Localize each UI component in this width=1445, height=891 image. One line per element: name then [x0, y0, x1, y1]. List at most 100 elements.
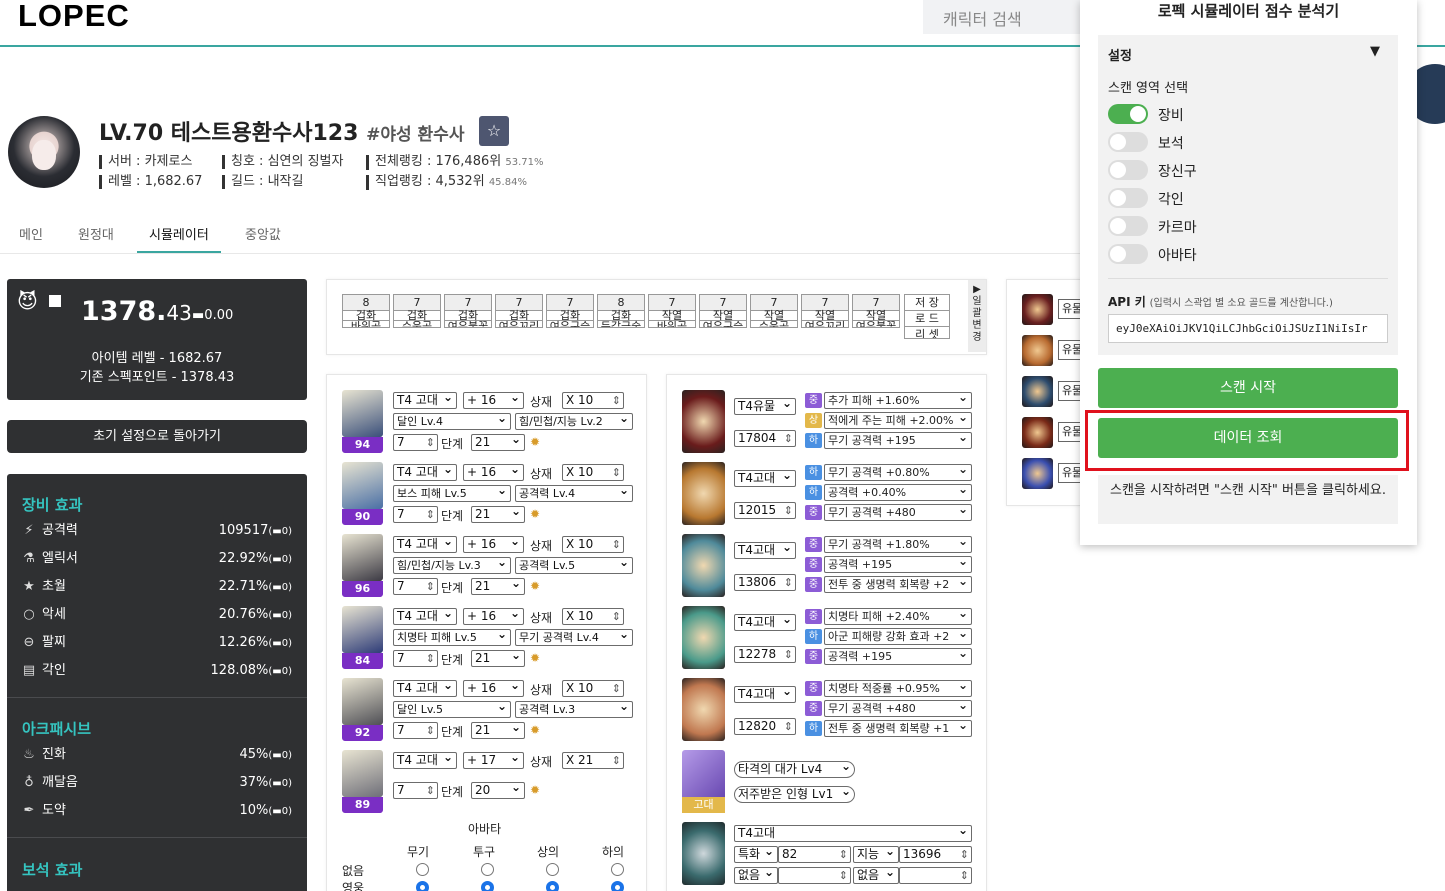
quality-badge[interactable]: 89	[342, 797, 383, 813]
level-input[interactable]: 7	[393, 722, 438, 739]
tab-simulator[interactable]: 시뮬레이터	[137, 224, 221, 254]
accessory-tier-select[interactable]: T4고대	[734, 542, 796, 559]
bracelet-effect2-value[interactable]	[899, 867, 972, 884]
accessory-option-select[interactable]: 전투 중 생명력 회복량 +1	[824, 720, 972, 737]
quality-badge[interactable]: 84	[342, 653, 383, 669]
accessory-option-select[interactable]: 전투 중 생명력 회복량 +2	[824, 576, 972, 593]
accessory-tier-select[interactable]: T4유물	[734, 398, 796, 415]
accessory-option-select[interactable]: 무기 공격력 +195	[824, 432, 972, 449]
toggle-karma[interactable]	[1108, 216, 1148, 236]
stage-select[interactable]: 21	[471, 650, 525, 667]
level-input[interactable]: 7	[393, 578, 438, 595]
elixir-select-1[interactable]: 달인 Lv.4	[393, 413, 511, 430]
favorite-star-icon[interactable]: ☆	[479, 116, 509, 146]
gem-slot[interactable]: 7 작열 바위곰	[648, 294, 696, 328]
transcend-input[interactable]: X 21	[562, 752, 624, 769]
elixir-select-2[interactable]: 힘/민첩/지능 Lv.2	[515, 413, 633, 430]
refine-select[interactable]: + 16	[463, 464, 524, 481]
transcend-input[interactable]: X 10	[562, 536, 624, 553]
toggle-accessories[interactable]	[1108, 160, 1148, 180]
avatar-radio[interactable]	[416, 863, 429, 876]
bracelet-stat2-value[interactable]: 13696	[899, 846, 972, 863]
accessory-option-select[interactable]: 치명타 피해 +2.40%	[824, 608, 972, 625]
gem-slot[interactable]: 8 겁화 바위곰	[342, 294, 390, 328]
scan-start-button[interactable]: 스캔 시작	[1098, 368, 1398, 408]
stage-select[interactable]: 21	[471, 578, 525, 595]
toggle-avatar[interactable]	[1108, 244, 1148, 264]
avatar-radio[interactable]	[481, 863, 494, 876]
quality-badge[interactable]: 92	[342, 725, 383, 741]
refine-select[interactable]: + 16	[463, 608, 524, 625]
accessory-tier-select[interactable]: T4고대	[734, 614, 796, 631]
elixir-select-2[interactable]: 공격력 Lv.3	[515, 701, 633, 718]
bracelet-tier-select[interactable]: T4고대	[734, 825, 972, 842]
accessory-option-select[interactable]: 공격력 +195	[824, 648, 972, 665]
bracelet-effect1-select[interactable]: 없음	[734, 867, 778, 884]
api-key-input[interactable]: eyJ0eXAiOiJKV1QiLCJhbGciOiJSUzI1NiIsIr	[1108, 314, 1388, 343]
level-input[interactable]: 7	[393, 434, 438, 451]
collapse-arrow-icon[interactable]: ▼	[1370, 44, 1380, 59]
accessory-option-select[interactable]: 무기 공격력 +480	[824, 700, 972, 717]
refine-select[interactable]: + 16	[463, 536, 524, 553]
avatar-radio[interactable]	[481, 881, 494, 891]
gem-slot[interactable]: 7 작열 여우꼬리	[801, 294, 849, 328]
accessory-stat-input[interactable]: 13806	[734, 574, 796, 591]
transcend-input[interactable]: X 10	[562, 392, 624, 409]
armor-tier-select[interactable]: T4 고대	[393, 680, 457, 697]
tab-main[interactable]: 메인	[19, 224, 43, 243]
bracelet-effect1-value[interactable]	[778, 867, 851, 884]
stone-engraving-2[interactable]: 저주받은 인형 Lv1	[734, 786, 855, 803]
armor-tier-select[interactable]: T4 고대	[393, 464, 457, 481]
avatar-radio[interactable]	[416, 881, 429, 891]
stage-select[interactable]: 21	[471, 722, 525, 739]
armor-tier-select[interactable]: T4 고대	[393, 536, 457, 553]
gem-slot[interactable]: 7 겁화 여우꼬리	[495, 294, 543, 328]
avatar-radio[interactable]	[611, 881, 624, 891]
accessory-option-select[interactable]: 공격력 +195	[824, 556, 972, 573]
quality-badge[interactable]: 94	[342, 437, 383, 453]
level-input[interactable]: 7	[393, 506, 438, 523]
accessory-option-select[interactable]: 적에게 주는 피해 +2.00%	[824, 412, 972, 429]
load-button[interactable]: 로 드	[905, 311, 949, 327]
level-input[interactable]: 7	[393, 650, 438, 667]
transcend-input[interactable]: X 10	[562, 464, 624, 481]
elixir-select-1[interactable]: 달인 Lv.5	[393, 701, 511, 718]
quality-badge[interactable]: 90	[342, 509, 383, 525]
batch-change-toggle[interactable]: ▶ 일괄변경	[968, 280, 986, 352]
character-search-input[interactable]: 캐릭터 검색	[923, 0, 1083, 34]
elixir-select-1[interactable]: 보스 피해 Lv.5	[393, 485, 511, 502]
avatar-radio[interactable]	[546, 881, 559, 891]
stage-select[interactable]: 21	[471, 506, 525, 523]
lopec-logo[interactable]: LOPEC	[18, 0, 130, 34]
accessory-stat-input[interactable]: 12015	[734, 502, 796, 519]
avatar-radio[interactable]	[611, 863, 624, 876]
bracelet-stat1-select[interactable]: 특화	[734, 846, 778, 863]
tab-expedition[interactable]: 원정대	[78, 224, 114, 243]
elixir-select-2[interactable]: 공격력 Lv.4	[515, 485, 633, 502]
accessory-stat-input[interactable]: 12820	[734, 718, 796, 735]
tab-median[interactable]: 중앙값	[245, 224, 281, 243]
accessory-option-select[interactable]: 아군 피해량 강화 효과 +2	[824, 628, 972, 645]
accessory-option-select[interactable]: 무기 공격력 +1.80%	[824, 536, 972, 553]
gem-slot[interactable]: 7 겁화 슈웅곰	[393, 294, 441, 328]
toggle-engravings[interactable]	[1108, 188, 1148, 208]
avatar-radio[interactable]	[546, 863, 559, 876]
refine-select[interactable]: + 16	[463, 392, 524, 409]
elixir-select-1[interactable]: 치명타 피해 Lv.5	[393, 629, 511, 646]
accessory-tier-select[interactable]: T4고대	[734, 470, 796, 487]
accessory-stat-input[interactable]: 17804	[734, 430, 796, 447]
gem-slot[interactable]: 8 겁화 둔갑금술	[597, 294, 645, 328]
accessory-option-select[interactable]: 추가 피해 +1.60%	[824, 392, 972, 409]
bracelet-effect2-select[interactable]: 없음	[853, 867, 899, 884]
gem-slot[interactable]: 7 작열 슈웅곰	[750, 294, 798, 328]
accessory-tier-select[interactable]: T4고대	[734, 686, 796, 703]
accessory-option-select[interactable]: 무기 공격력 +0.80%	[824, 464, 972, 481]
bracelet-stat1-value[interactable]: 82	[778, 846, 851, 863]
reset-button[interactable]: 리 셋	[905, 327, 949, 338]
accessory-option-select[interactable]: 공격력 +0.40%	[824, 484, 972, 501]
gem-slot[interactable]: 7 겁화 여우구슬	[546, 294, 594, 328]
stone-engraving-1[interactable]: 타격의 대가 Lv4	[734, 761, 855, 778]
armor-tier-select[interactable]: T4 고대	[393, 752, 457, 769]
elixir-select-1[interactable]: 힘/민첩/지능 Lv.3	[393, 557, 511, 574]
accessory-option-select[interactable]: 무기 공격력 +480	[824, 504, 972, 521]
